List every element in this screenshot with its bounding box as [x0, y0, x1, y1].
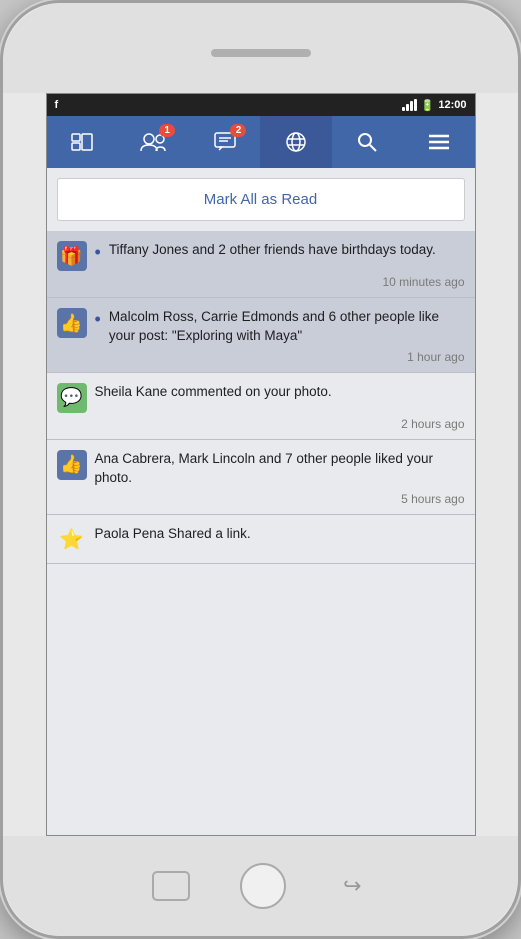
notif-icon-star: ⭐ [57, 525, 87, 555]
notif-time: 5 hours ago [57, 492, 465, 506]
top-bezel [3, 3, 518, 93]
status-right: 🔋 12:00 [402, 99, 467, 112]
speaker-grille [211, 49, 311, 57]
notification-item-5[interactable]: ⭐ Paola Pena Shared a link. [47, 515, 475, 564]
status-bar: f 🔋 12:00 [47, 94, 475, 116]
notification-item-3[interactable]: 💬 Sheila Kane commented on your photo. 2 h… [47, 373, 475, 440]
time-display: 12:00 [438, 99, 466, 111]
notif-time: 1 hour ago [57, 350, 465, 364]
nav-messages[interactable]: 2 [189, 116, 260, 168]
bottom-bezel: ↩ [3, 836, 518, 936]
notification-item-4[interactable]: 👍 Ana Cabrera, Mark Lincoln and 7 other p… [47, 440, 475, 515]
nav-bar: 1 2 [47, 116, 475, 168]
battery-icon: 🔋 [421, 99, 435, 112]
nav-globe[interactable] [260, 116, 331, 168]
recent-apps-button[interactable] [152, 871, 190, 901]
notif-time: 2 hours ago [57, 417, 465, 431]
signal-bars [402, 99, 417, 111]
phone-shell: f 🔋 12:00 [0, 0, 521, 939]
notif-row: 👍 • Malcolm Ross, Carrie Edmonds and 6 oth… [57, 308, 465, 346]
notif-text: Ana Cabrera, Mark Lincoln and 7 other pe… [95, 450, 465, 488]
search-icon [357, 132, 377, 152]
signal-bar-2 [406, 104, 409, 111]
unread-dot: • [95, 243, 101, 261]
signal-bar-3 [410, 101, 413, 111]
notification-list: 🎁 • Tiffany Jones and 2 other friends have… [47, 231, 475, 564]
notification-item-2[interactable]: 👍 • Malcolm Ross, Carrie Edmonds and 6 oth… [47, 298, 475, 373]
notif-icon-like: 👍 [57, 308, 87, 338]
nav-menu[interactable] [403, 116, 474, 168]
screen: f 🔋 12:00 [46, 93, 476, 836]
notif-time: 10 minutes ago [57, 275, 465, 289]
nav-friends[interactable]: 1 [118, 116, 189, 168]
notif-icon-comment: 💬 [57, 383, 87, 413]
notif-text: Paola Pena Shared a link. [95, 525, 465, 544]
notif-text: Sheila Kane commented on your photo. [95, 383, 465, 402]
globe-icon [285, 131, 307, 153]
nav-home[interactable] [47, 116, 118, 168]
notif-row: 🎁 • Tiffany Jones and 2 other friends have… [57, 241, 465, 271]
notif-icon-like2: 👍 [57, 450, 87, 480]
home-button[interactable] [240, 863, 286, 909]
home-icon [71, 133, 93, 151]
friends-badge: 1 [159, 124, 175, 137]
unread-dot: • [95, 310, 101, 328]
messages-badge: 2 [230, 124, 246, 137]
notif-text: Tiffany Jones and 2 other friends have b… [109, 241, 465, 260]
signal-bar-4 [414, 99, 417, 111]
menu-icon [429, 134, 449, 150]
notif-row: 💬 Sheila Kane commented on your photo. [57, 383, 465, 413]
notif-row: ⭐ Paola Pena Shared a link. [57, 525, 465, 555]
notification-item-1[interactable]: 🎁 • Tiffany Jones and 2 other friends have… [47, 231, 475, 298]
notification-area: Mark All as Read 🎁 • Tiffany Jones and 2 o… [47, 168, 475, 835]
notif-text: Malcolm Ross, Carrie Edmonds and 6 other… [109, 308, 465, 346]
app-icon: f [55, 99, 59, 111]
signal-bar-1 [402, 107, 405, 111]
notif-icon-birthday: 🎁 [57, 241, 87, 271]
nav-search[interactable] [332, 116, 403, 168]
notif-row: 👍 Ana Cabrera, Mark Lincoln and 7 other p… [57, 450, 465, 488]
back-button[interactable]: ↩ [336, 872, 370, 900]
back-arrow-icon: ↩ [343, 873, 361, 899]
mark-all-button[interactable]: Mark All as Read [57, 178, 465, 221]
